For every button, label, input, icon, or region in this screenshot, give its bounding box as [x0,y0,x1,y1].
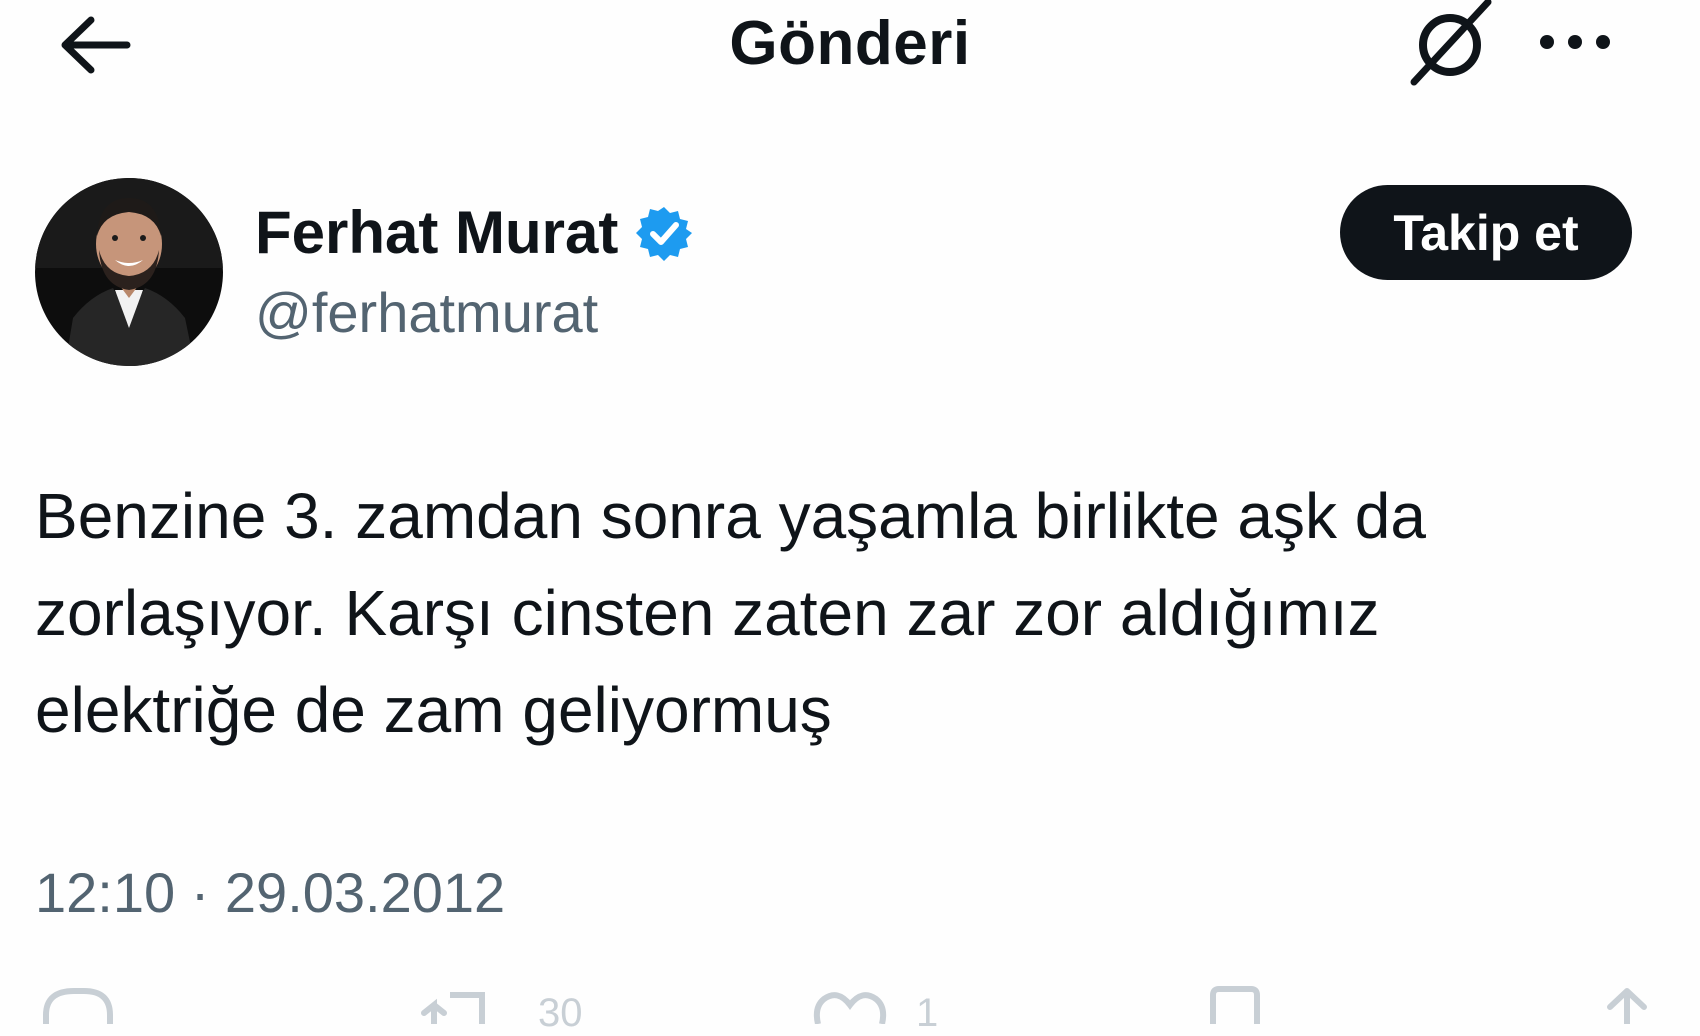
follow-button[interactable]: Takip et [1340,185,1632,280]
like-button[interactable] [812,985,888,1029]
profile-photo [35,178,223,366]
retweet-icon [421,992,485,1027]
top-bar: Gönderi [0,0,1700,90]
verified-badge-icon [636,207,693,261]
tweet-text-line: elektriğe de zam geliyormuş [35,674,832,746]
retweet-button[interactable] [420,985,496,1029]
heart-icon [813,992,887,1025]
retweet-count: 30 [538,991,583,1035]
bookmark-icon [1210,986,1260,1024]
more-options-button[interactable] [1535,20,1615,64]
action-bar: 30 1 [0,985,1700,1035]
author-name-row: Ferhat Murat [255,198,693,268]
tweet-text: Benzine 3. zamdan sonra yaşamla birlikte… [35,468,1655,759]
avatar[interactable] [35,178,223,366]
author-handle[interactable]: @ferhatmurat [255,278,598,348]
share-button[interactable] [1592,985,1662,1029]
bookmark-button[interactable] [1205,985,1265,1029]
author-display-name[interactable]: Ferhat Murat [255,198,618,268]
tweet-text-line: zorlaşıyor. Karşı cinsten zaten zar zor … [35,577,1380,649]
tweet-text-line: Benzine 3. zamdan sonra yaşamla birlikte… [35,480,1426,552]
like-count: 1 [916,991,939,1035]
tweet-timestamp[interactable]: 12:10 · 29.03.2012 [35,858,505,928]
grok-icon [1410,0,1492,86]
reply-icon [43,988,113,1024]
reply-button[interactable] [40,985,116,1029]
ellipsis-icon [1540,35,1610,49]
share-icon [1607,988,1647,1027]
grok-button[interactable] [1405,0,1495,90]
